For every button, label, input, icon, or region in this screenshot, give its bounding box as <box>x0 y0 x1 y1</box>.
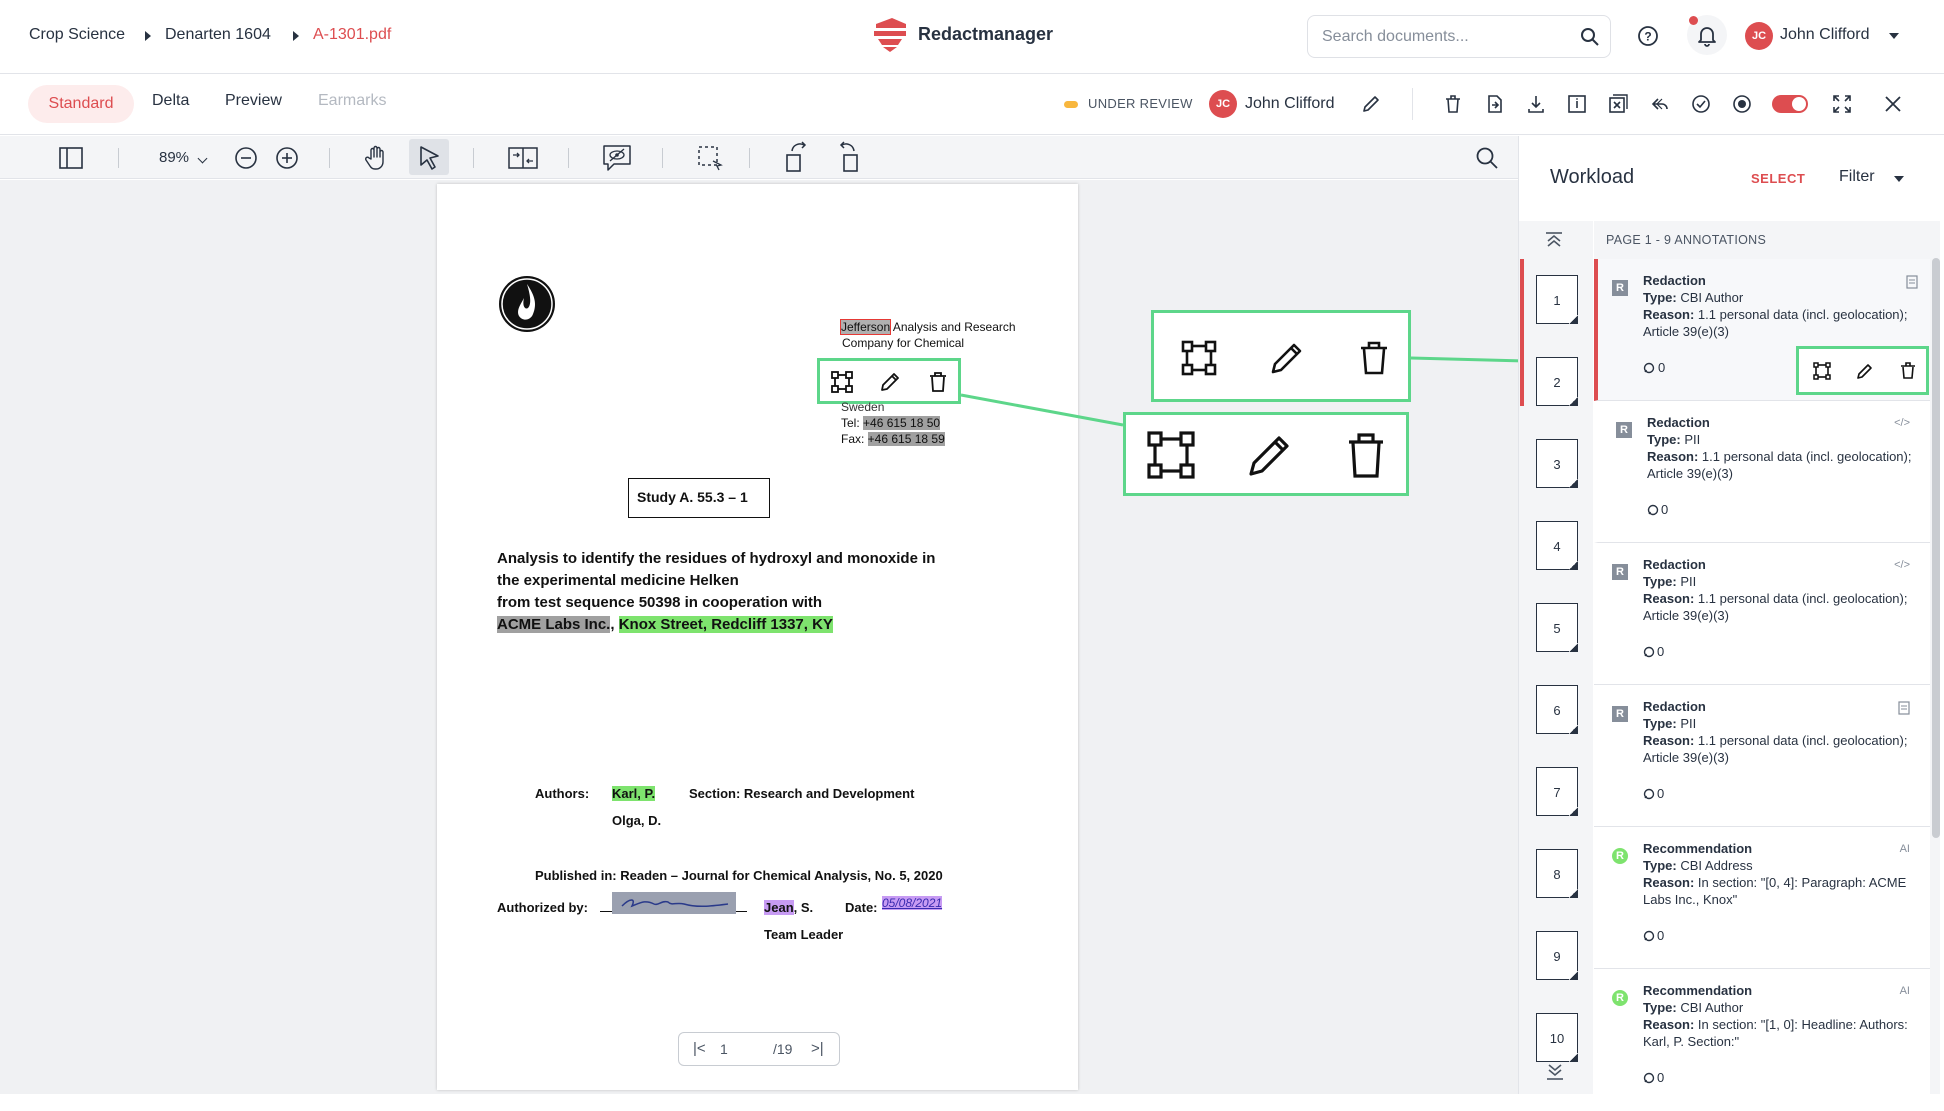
type-value: CBI Address <box>1676 858 1753 873</box>
annotation-type: Type: CBI Address <box>1643 858 1913 875</box>
comment-count: 0 <box>1657 644 1665 659</box>
page-marker-icon <box>1898 701 1910 715</box>
edit-icon[interactable] <box>1856 362 1874 380</box>
page-thumbnail[interactable]: 5 <box>1536 603 1578 652</box>
delete-icon[interactable] <box>1900 362 1916 380</box>
type-value: PII <box>1676 574 1697 589</box>
ai-label: AI <box>1899 985 1910 997</box>
annotation-card[interactable]: R Redaction Type: PII Reason: 1.1 person… <box>1594 401 1930 543</box>
annotation-title: Redaction <box>1643 699 1706 714</box>
page-thumbnail[interactable]: 9 <box>1536 931 1578 980</box>
annotation-actions-toolbar <box>1796 346 1929 395</box>
annotation-list-header: PAGE 1 - 9 ANNOTATIONS <box>1594 221 1930 259</box>
type-value: PII <box>1680 432 1701 447</box>
recommendation-badge: R <box>1612 848 1628 864</box>
reason-label: Reason: <box>1643 1017 1695 1032</box>
select-button[interactable]: SELECT <box>1751 171 1805 186</box>
resize-icon[interactable] <box>1813 362 1831 380</box>
annotation-title: Redaction <box>1643 557 1706 572</box>
annotation-type: Type: PII <box>1643 716 1913 733</box>
annotation-card[interactable]: R Redaction Type: CBI Author Reason: 1.1… <box>1594 259 1930 401</box>
type-label: Type: <box>1643 1000 1677 1015</box>
panel-title: Workload <box>1550 166 1635 188</box>
type-value: CBI Author <box>1676 290 1744 305</box>
scrollbar-thumb[interactable] <box>1932 258 1940 838</box>
comment-count: 0 <box>1657 1070 1665 1085</box>
annotation-type: Type: CBI Author <box>1643 1000 1913 1017</box>
type-label: Type: <box>1643 290 1677 305</box>
comment-count: 0 <box>1657 928 1665 943</box>
page-thumbnails: 1 2 3 4 5 6 7 8 9 10 <box>1519 221 1593 1094</box>
annotation-card[interactable]: R Redaction Type: PII Reason: 1.1 person… <box>1594 543 1930 685</box>
reason-label: Reason: <box>1643 733 1695 748</box>
annotation-reason: Reason: In section: "[1, 0]: Headline: A… <box>1643 1017 1913 1050</box>
annotation-reason: Reason: 1.1 personal data (incl. geoloca… <box>1643 591 1913 624</box>
scroll-to-bottom-icon[interactable] <box>1546 1064 1564 1080</box>
annotation-type: Type: PII <box>1647 432 1917 449</box>
annotation-card[interactable]: R Redaction Type: PII Reason: 1.1 person… <box>1594 685 1930 827</box>
page-thumbnail[interactable]: 10 <box>1536 1013 1578 1062</box>
annotation-reason: Reason: 1.1 personal data (incl. geoloca… <box>1643 307 1913 340</box>
type-label: Type: <box>1643 858 1677 873</box>
comment-icon[interactable] <box>1643 788 1655 800</box>
annotation-card[interactable]: R Recommendation Type: CBI Address Reaso… <box>1594 827 1930 969</box>
comment-icon[interactable] <box>1643 362 1655 374</box>
annotation-reason: Reason: In section: "[0, 4]: Paragraph: … <box>1643 875 1913 908</box>
comment-count: 0 <box>1657 786 1665 801</box>
page-thumbnail[interactable]: 2 <box>1536 357 1578 406</box>
redaction-badge: R <box>1612 564 1628 580</box>
reason-label: Reason: <box>1643 307 1695 322</box>
comment-count: 0 <box>1661 502 1669 517</box>
active-page-indicator <box>1520 259 1524 406</box>
annotation-reason: Reason: 1.1 personal data (incl. geoloca… <box>1647 449 1917 482</box>
code-icon: </> <box>1894 559 1910 571</box>
reason-label: Reason: <box>1643 591 1695 606</box>
page-thumbnail[interactable]: 1 <box>1536 275 1578 324</box>
filter-button[interactable]: Filter <box>1839 168 1875 186</box>
annotation-title: Recommendation <box>1643 841 1753 856</box>
filter-chevron-down-icon[interactable] <box>1894 176 1904 182</box>
page-thumbnail[interactable]: 4 <box>1536 521 1578 570</box>
redaction-badge: R <box>1616 422 1632 438</box>
comment-icon[interactable] <box>1647 504 1659 516</box>
annotation-title: Recommendation <box>1643 983 1753 998</box>
comment-icon[interactable] <box>1643 646 1655 658</box>
type-value: PII <box>1676 716 1697 731</box>
scroll-to-top-icon[interactable] <box>1545 232 1563 248</box>
comment-icon[interactable] <box>1643 1072 1655 1084</box>
ai-label: AI <box>1899 843 1910 855</box>
reason-label: Reason: <box>1647 449 1699 464</box>
type-label: Type: <box>1643 574 1677 589</box>
type-label: Type: <box>1643 716 1677 731</box>
comment-count: 0 <box>1658 360 1666 375</box>
annotation-type: Type: PII <box>1643 574 1913 591</box>
code-icon: </> <box>1894 417 1910 429</box>
annotation-title: Redaction <box>1643 273 1706 288</box>
type-value: CBI Author <box>1676 1000 1744 1015</box>
annotation-title: Redaction <box>1647 415 1710 430</box>
comment-icon[interactable] <box>1643 930 1655 942</box>
page-thumbnail[interactable]: 3 <box>1536 439 1578 488</box>
recommendation-badge: R <box>1612 990 1628 1006</box>
page-thumbnail[interactable]: 6 <box>1536 685 1578 734</box>
redaction-badge: R <box>1612 706 1628 722</box>
page-thumbnail[interactable]: 8 <box>1536 849 1578 898</box>
page-thumbnail[interactable]: 7 <box>1536 767 1578 816</box>
reason-label: Reason: <box>1643 875 1695 890</box>
redaction-badge: R <box>1612 280 1628 296</box>
page-marker-icon <box>1906 275 1918 289</box>
annotation-type: Type: CBI Author <box>1643 290 1913 307</box>
annotation-reason: Reason: 1.1 personal data (incl. geoloca… <box>1643 733 1913 766</box>
type-label: Type: <box>1647 432 1681 447</box>
annotation-card[interactable]: R Recommendation Type: CBI Author Reason… <box>1594 969 1930 1111</box>
